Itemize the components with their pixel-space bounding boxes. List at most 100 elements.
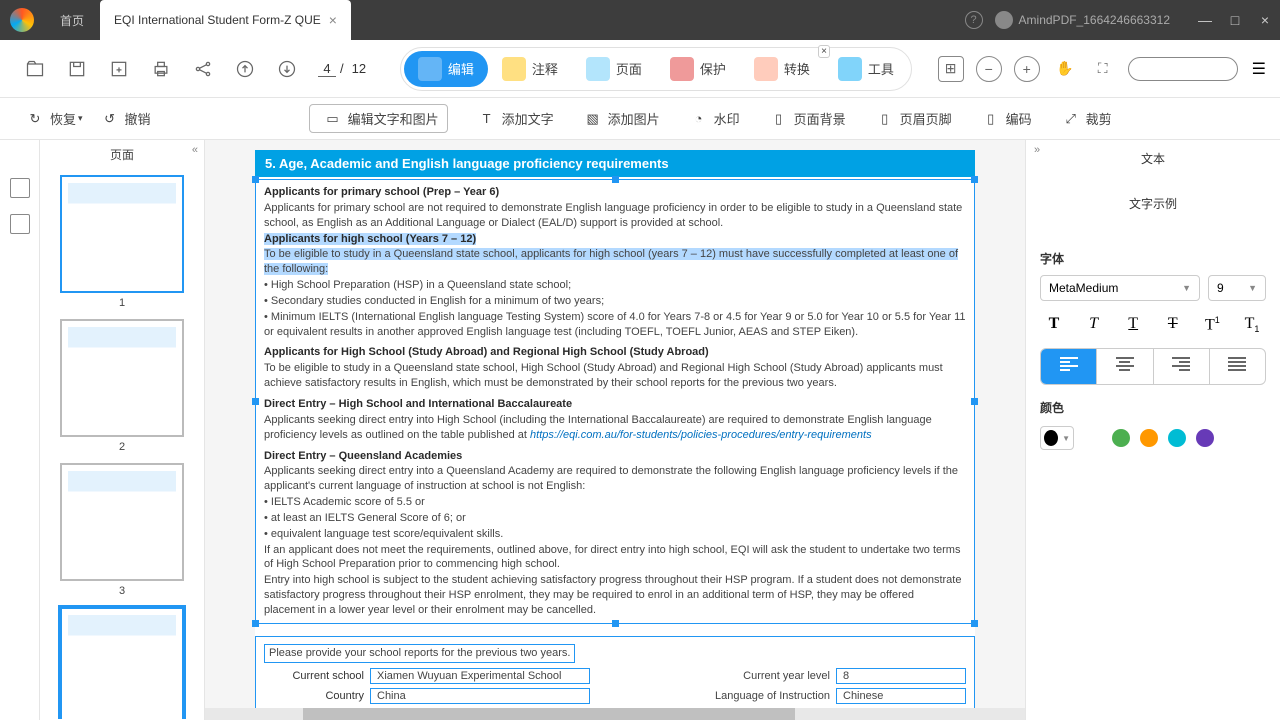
text-sample: 文字示例 (1040, 171, 1266, 236)
crop-button[interactable]: ⤢裁剪 (1056, 109, 1112, 128)
color-swatch[interactable] (1168, 429, 1186, 447)
numbering-icon: ▯ (982, 110, 1000, 128)
app-logo-icon (10, 8, 34, 32)
thumb-page-3[interactable] (60, 463, 184, 581)
resize-handle[interactable] (252, 620, 259, 627)
zoom-slider[interactable] (1128, 57, 1238, 81)
save-as-icon[interactable] (106, 56, 132, 82)
resize-handle[interactable] (971, 398, 978, 405)
font-size-select[interactable]: 9▼ (1208, 275, 1266, 301)
add-text-button[interactable]: T添加文字 (472, 109, 554, 128)
align-justify-button[interactable] (1209, 349, 1265, 384)
field-current-school[interactable]: Xiamen Wuyuan Experimental School (370, 668, 590, 684)
view-tools: ⊞ − + ✋ ⛶ ☰ (932, 56, 1266, 82)
field-country[interactable]: China (370, 688, 590, 704)
collapse-right-icon[interactable]: » (1034, 144, 1040, 156)
panel-title: 文本 (1040, 146, 1266, 171)
print-icon[interactable] (148, 56, 174, 82)
open-file-icon[interactable] (22, 56, 48, 82)
subscript-button[interactable]: T1 (1238, 315, 1266, 334)
mode-annotate[interactable]: 注释 (488, 51, 572, 87)
redo-button[interactable]: ↺撤销 (95, 109, 151, 128)
color-swatch[interactable] (1084, 429, 1102, 447)
current-color-picker[interactable]: ▼ (1040, 426, 1074, 450)
hand-tool-icon[interactable]: ✋ (1052, 56, 1078, 82)
font-family-select[interactable]: MetaMedium▼ (1040, 275, 1200, 301)
underline-button[interactable]: T (1119, 315, 1147, 334)
resize-handle[interactable] (252, 398, 259, 405)
color-swatch[interactable] (1196, 429, 1214, 447)
mode-tools[interactable]: 工具 (824, 51, 908, 87)
upload-icon[interactable] (232, 56, 258, 82)
watermark-icon: ◔ (690, 110, 708, 128)
header-footer-button[interactable]: ▯页眉页脚 (870, 109, 952, 128)
right-panel: » 文本 文字示例 字体 MetaMedium▼ 9▼ T T T T T1 T… (1025, 140, 1280, 720)
minimize-button[interactable]: — (1190, 12, 1220, 28)
strikethrough-button[interactable]: T (1159, 315, 1187, 334)
thumbnails-icon[interactable] (10, 178, 30, 198)
total-pages: 12 (348, 61, 370, 76)
document-tab[interactable]: EQI International Student Form-Z QUE × (100, 0, 351, 40)
avatar-icon[interactable] (995, 11, 1013, 29)
close-tab-icon[interactable]: × (329, 12, 337, 28)
document-canvas[interactable]: 5. Age, Academic and English language pr… (205, 140, 1025, 720)
mode-protect[interactable]: 保护 (656, 51, 740, 87)
align-center-button[interactable] (1096, 349, 1152, 384)
page-indicator[interactable]: 4 / 12 (318, 61, 370, 77)
alignment-row (1040, 348, 1266, 385)
maximize-button[interactable]: □ (1220, 12, 1250, 28)
menu-icon[interactable]: ☰ (1252, 59, 1266, 79)
label-year-level: Current year level (743, 670, 830, 682)
section-header[interactable]: 5. Age, Academic and English language pr… (255, 150, 975, 177)
home-tab[interactable]: 首页 (44, 0, 100, 40)
download-icon[interactable] (274, 56, 300, 82)
zoom-out-button[interactable]: − (976, 56, 1002, 82)
color-swatch[interactable] (1112, 429, 1130, 447)
bold-button[interactable]: T (1040, 315, 1068, 334)
watermark-button[interactable]: ◔水印 (684, 109, 740, 128)
resize-handle[interactable] (971, 620, 978, 627)
numbering-button[interactable]: ▯编码 (976, 109, 1032, 128)
align-right-button[interactable] (1153, 349, 1209, 384)
fit-width-icon[interactable]: ⊞ (938, 56, 964, 82)
align-left-button[interactable] (1041, 349, 1096, 384)
page-bg-icon: ▯ (770, 110, 788, 128)
document-tab-title: EQI International Student Form-Z QUE (114, 13, 321, 27)
page-bg-button[interactable]: ▯页面背景 (764, 109, 846, 128)
entry-requirements-link[interactable]: https://eqi.com.au/for-students/policies… (530, 429, 872, 441)
titlebar: 首页 EQI International Student Form-Z QUE … (0, 0, 1280, 40)
thumb-page-1[interactable] (60, 175, 184, 293)
current-page[interactable]: 4 (318, 61, 336, 77)
field-year-level[interactable]: 8 (836, 668, 966, 684)
superscript-button[interactable]: T1 (1198, 315, 1226, 334)
undo-button[interactable]: ↻恢复▾ (20, 109, 83, 128)
add-image-button[interactable]: ▧添加图片 (578, 109, 660, 128)
horizontal-scrollbar[interactable] (205, 708, 1025, 720)
share-icon[interactable] (190, 56, 216, 82)
crop-icon: ⤢ (1062, 110, 1080, 128)
form-prompt: Please provide your school reports for t… (264, 644, 575, 663)
edit-text-image-button[interactable]: ▭编辑文字和图片 (309, 104, 448, 133)
thumb-page-2[interactable] (60, 319, 184, 437)
text-style-row: T T T T T1 T1 (1040, 315, 1266, 334)
select-tool-icon[interactable]: ⛶ (1090, 56, 1116, 82)
color-swatch[interactable] (1140, 429, 1158, 447)
mode-convert[interactable]: 转换× (740, 51, 824, 87)
field-language[interactable]: Chinese (836, 688, 966, 704)
close-window-button[interactable]: × (1250, 12, 1280, 28)
outline-icon[interactable] (10, 214, 30, 234)
selected-text-frame[interactable]: Applicants for primary school (Prep – Ye… (255, 179, 975, 624)
resize-handle[interactable] (971, 176, 978, 183)
mode-page[interactable]: 页面 (572, 51, 656, 87)
close-x-icon[interactable]: × (818, 45, 830, 58)
resize-handle[interactable] (612, 620, 619, 627)
italic-button[interactable]: T (1080, 315, 1108, 334)
zoom-in-button[interactable]: + (1014, 56, 1040, 82)
save-icon[interactable] (64, 56, 90, 82)
resize-handle[interactable] (252, 176, 259, 183)
help-icon[interactable]: ? (965, 11, 983, 29)
collapse-left-icon[interactable]: « (192, 144, 198, 156)
thumb-page-4[interactable] (60, 607, 184, 719)
resize-handle[interactable] (612, 176, 619, 183)
mode-edit[interactable]: 编辑 (404, 51, 488, 87)
